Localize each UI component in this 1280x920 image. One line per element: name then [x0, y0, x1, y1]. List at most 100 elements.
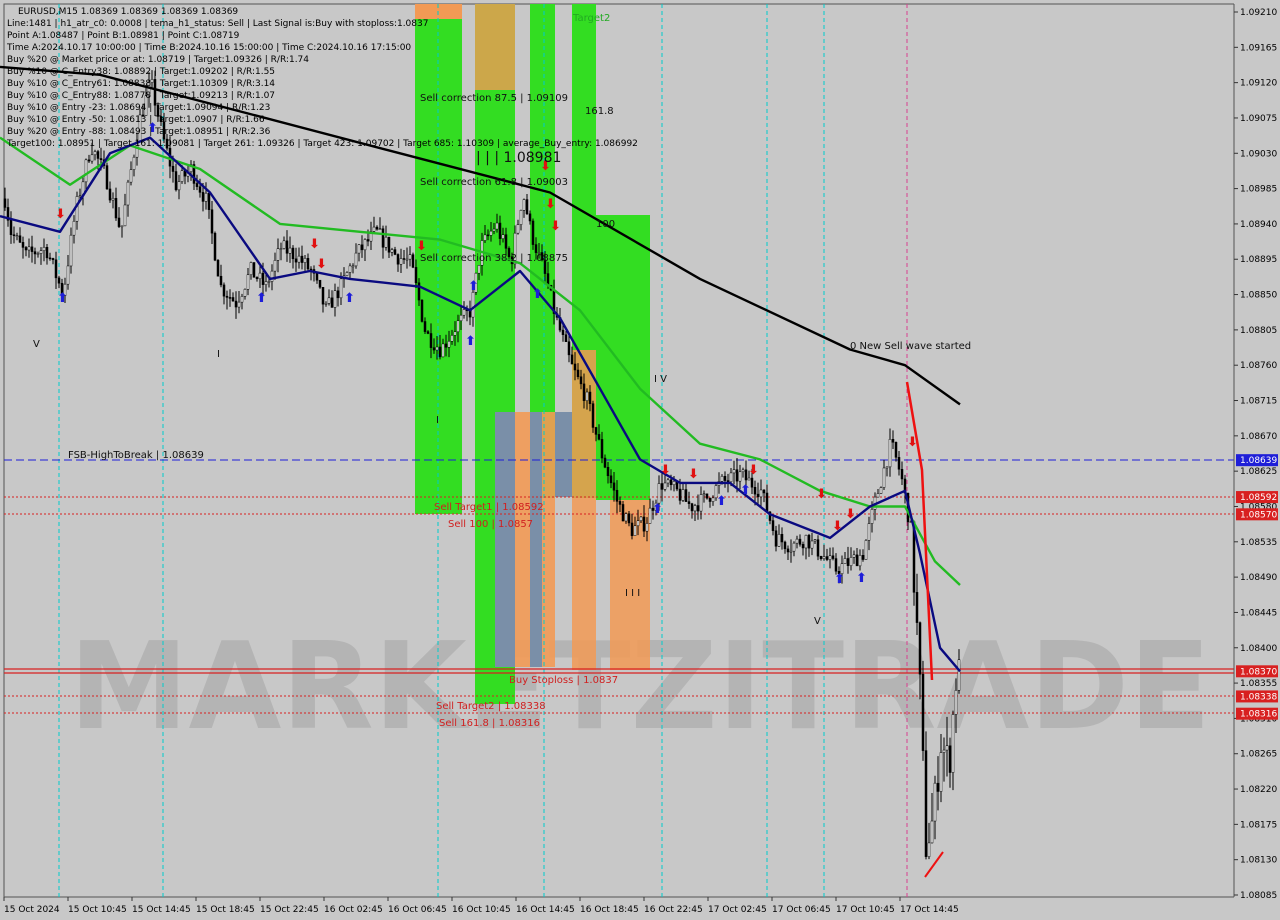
candle-bear: [252, 262, 256, 278]
candle-bull: [339, 278, 343, 299]
candle-bear: [222, 284, 226, 297]
candle-bull: [849, 557, 853, 566]
candle-bear: [807, 534, 811, 549]
wave-i-label: I: [217, 349, 220, 360]
candle-bull: [732, 469, 736, 474]
candle-bear: [621, 504, 625, 522]
candle-bear: [708, 497, 712, 502]
time-tick-label: 15 Oct 18:45: [196, 905, 255, 915]
price-badge: 1.08316: [1236, 707, 1278, 720]
candle-bear: [423, 321, 427, 332]
candle-bull: [72, 220, 76, 236]
price-chart[interactable]: MARKETZITRADE ⬇ ⬇ ⬇ ⬇ ⬇ ⬇ ⬇ ⬇ ⬇ ⬇ ⬇ ⬇ ⬇ …: [0, 0, 1280, 920]
candle-bull: [822, 556, 826, 559]
candle-bear: [753, 486, 757, 495]
candle-bear: [318, 279, 322, 288]
candle-bear: [498, 222, 502, 239]
price-badge-label: 1.08592: [1240, 493, 1277, 503]
candle-bear: [12, 234, 16, 236]
candle-bull: [390, 249, 394, 253]
candle-bear: [615, 489, 619, 502]
price-tick-label: 1.08400: [1240, 644, 1277, 654]
sell-arrow: ⬇: [316, 257, 327, 272]
candle-bear: [285, 240, 289, 254]
zone-green-5: [596, 215, 650, 500]
candle-bear: [705, 493, 709, 499]
candle-bear: [669, 479, 673, 486]
candle-bear: [24, 247, 28, 251]
candle-bull: [477, 265, 481, 274]
price-badge-label: 1.08338: [1240, 692, 1277, 702]
candle-bear: [30, 246, 34, 252]
candle-bull: [810, 540, 814, 549]
candle-bear: [315, 273, 319, 281]
candle-bull: [42, 247, 46, 251]
sell-arrow: ⬇: [907, 435, 918, 450]
candle-bear: [213, 232, 217, 261]
sell-arrow: ⬇: [550, 219, 561, 234]
candle-bull: [720, 476, 724, 482]
candle-bull: [267, 281, 271, 283]
candle-bear: [54, 259, 58, 279]
candle-bear: [774, 530, 778, 547]
price-tick-label: 1.08445: [1240, 608, 1277, 618]
candle-bear: [261, 272, 265, 285]
wave-v-label: V: [33, 339, 40, 350]
candle-bull: [852, 554, 856, 558]
candle-bull: [741, 469, 745, 473]
time-tick-label: 17 Oct 06:45: [772, 905, 831, 915]
candle-bear: [87, 159, 91, 162]
sell-arrow: ⬇: [660, 463, 671, 478]
candle-bull: [489, 230, 493, 236]
candle-bear: [306, 258, 310, 270]
candle-bull: [288, 247, 292, 254]
zone-gray-3: [555, 412, 572, 497]
candle-bear: [723, 476, 727, 481]
candle-bear: [771, 520, 775, 531]
candle-bear: [783, 541, 787, 550]
candle-bear: [402, 258, 406, 260]
candle-bear: [564, 334, 568, 342]
candle-bear: [255, 277, 259, 280]
candle-bear: [825, 556, 829, 560]
candle-bear: [429, 333, 433, 348]
price-badge-label: 1.08370: [1240, 667, 1277, 677]
candle-bear: [762, 489, 766, 494]
sell-correction-618-label: Sell correction 61.8 | 1.09003: [420, 177, 568, 188]
candle-bull: [279, 248, 283, 250]
candle-bear: [687, 501, 691, 504]
candle-bull: [804, 534, 808, 549]
candle-bull: [69, 234, 73, 267]
price-tick-label: 1.09075: [1240, 114, 1277, 124]
info-line: Target100: 1.08951 | Target 161: 1.09081…: [6, 139, 638, 149]
candle-bull: [405, 258, 409, 261]
candle-bull: [516, 224, 520, 234]
candle-bear: [105, 165, 109, 190]
candle-bear: [561, 329, 565, 335]
candle-bear: [597, 434, 601, 440]
candle-bear: [51, 258, 55, 261]
info-line: Buy %10 @ C_Entry38: 1.08892 | Target:1.…: [7, 67, 275, 77]
candle-bear: [294, 258, 298, 263]
candle-bear: [831, 555, 835, 559]
candle-bear: [573, 363, 577, 371]
candle-bull: [792, 542, 796, 552]
candle-bear: [48, 257, 52, 260]
candle-bull: [927, 842, 931, 857]
candle-bear: [861, 555, 865, 560]
info-line: Buy %10 @ Entry -23: 1.08694 | Target:1.…: [7, 103, 270, 113]
buy-arrow: ⬆: [740, 483, 751, 498]
candle-bear: [321, 287, 325, 305]
candle-bull: [435, 346, 439, 351]
candle-bull: [789, 550, 793, 553]
candle-bull: [930, 820, 934, 844]
candle-bear: [468, 310, 472, 318]
candle-bear: [414, 267, 418, 284]
candle-bear: [393, 249, 397, 255]
price-tick-label: 1.08985: [1240, 185, 1277, 195]
info-line: Point A:1.08487 | Point B:1.08981 | Poin…: [7, 31, 240, 41]
time-tick-label: 17 Oct 10:45: [836, 905, 895, 915]
sell-1618-label: Sell 161.8 | 1.08316: [439, 718, 540, 729]
candle-bear: [531, 220, 535, 245]
sell-arrow: ⬇: [832, 519, 843, 534]
